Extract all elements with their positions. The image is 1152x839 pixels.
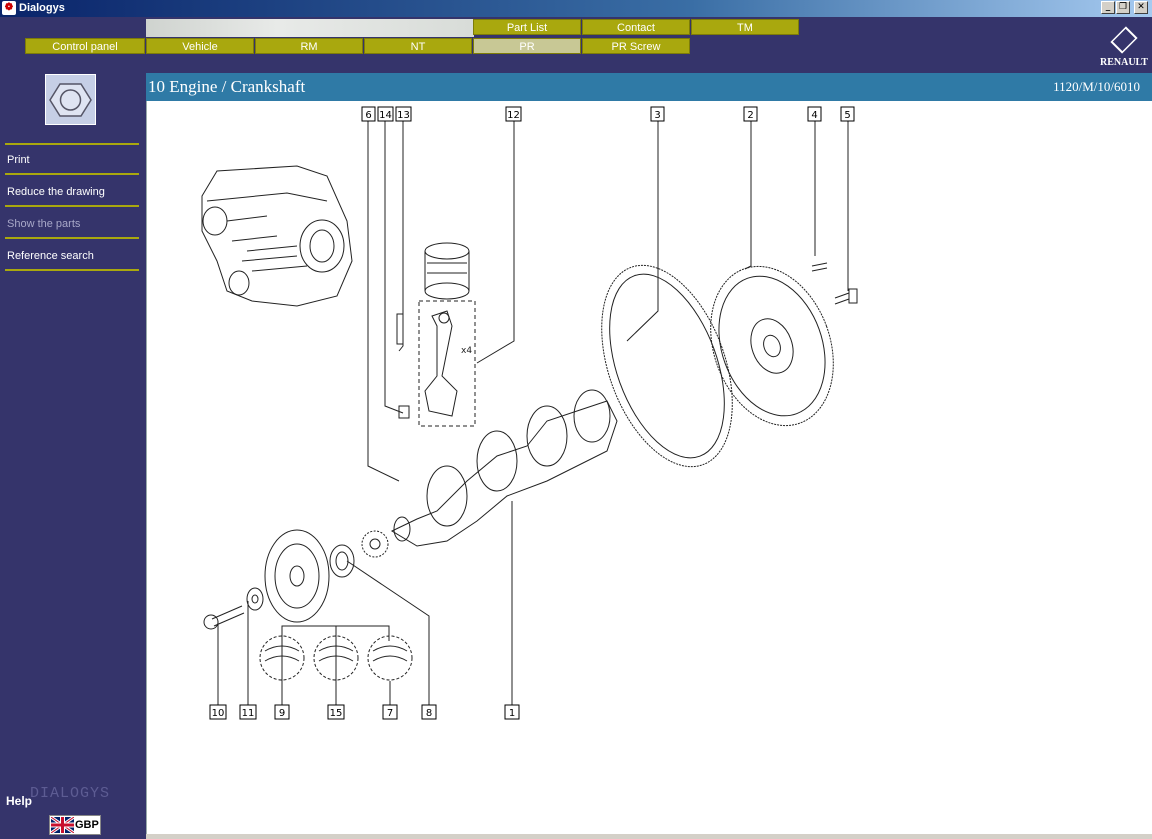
app-icon: ❁ bbox=[2, 1, 16, 15]
callout-10: 10 bbox=[209, 704, 227, 720]
svg-text:3: 3 bbox=[654, 110, 660, 121]
help-link[interactable]: Help bbox=[6, 794, 32, 808]
piston-sketch bbox=[424, 242, 470, 300]
svg-text:9: 9 bbox=[279, 708, 285, 719]
callout-14: 14 bbox=[377, 106, 394, 122]
dialogys-watermark: DIALOGYS bbox=[30, 785, 111, 802]
restore-button[interactable]: ❐ bbox=[1116, 1, 1130, 14]
sidebar-link-show-parts: Show the parts bbox=[5, 209, 139, 239]
hex-bolt-icon bbox=[45, 74, 96, 125]
svg-text:15: 15 bbox=[330, 708, 343, 719]
bottom-strip bbox=[146, 834, 1152, 839]
window-titlebar: ❁ Dialogys _ ❐ ✕ bbox=[0, 0, 1152, 17]
tab-tm[interactable]: TM bbox=[691, 19, 799, 35]
callout-7: 7 bbox=[382, 704, 398, 720]
sidebar-link-print[interactable]: Print bbox=[5, 145, 139, 175]
svg-text:13: 13 bbox=[397, 110, 410, 121]
drawing-area[interactable]: x4 6 14 13 12 3 2 4 5 10 11 9 15 7 8 1 bbox=[146, 101, 1152, 834]
callout-15: 15 bbox=[327, 704, 345, 720]
content-title-bar: 10 Engine / Crankshaft 1120/M/10/6010 bbox=[146, 73, 1152, 101]
piston-count: x4 bbox=[461, 346, 472, 356]
svg-text:7: 7 bbox=[387, 708, 393, 719]
engine-block-sketch bbox=[201, 165, 353, 307]
uk-flag-icon bbox=[51, 817, 74, 833]
svg-text:14: 14 bbox=[379, 110, 392, 121]
callout-8: 8 bbox=[421, 704, 437, 720]
tab-nt[interactable]: NT bbox=[364, 38, 472, 54]
sidebar-link-reference-search[interactable]: Reference search bbox=[5, 241, 139, 271]
svg-text:2: 2 bbox=[747, 110, 753, 121]
svg-text:8: 8 bbox=[426, 708, 432, 719]
tab-pr[interactable]: PR bbox=[473, 38, 581, 54]
svg-text:12: 12 bbox=[507, 110, 520, 121]
tab-pr-screw[interactable]: PR Screw bbox=[582, 38, 690, 54]
close-button[interactable]: ✕ bbox=[1134, 1, 1148, 14]
callout-1: 1 bbox=[504, 704, 520, 720]
callout-12: 12 bbox=[505, 106, 522, 122]
svg-text:4: 4 bbox=[811, 110, 817, 121]
callout-5: 5 bbox=[840, 106, 855, 122]
tab-part-list[interactable]: Part List bbox=[473, 19, 581, 35]
callout-3: 3 bbox=[650, 106, 665, 122]
drawing-reference: 1120/M/10/6010 bbox=[1053, 79, 1140, 94]
svg-text:1: 1 bbox=[509, 708, 515, 719]
callout-9: 9 bbox=[274, 704, 290, 720]
callout-13: 13 bbox=[395, 106, 412, 122]
renault-wordmark: RENAULT bbox=[1100, 57, 1148, 68]
svg-text:5: 5 bbox=[844, 110, 850, 121]
svg-text:11: 11 bbox=[242, 708, 255, 719]
tab-control-panel[interactable]: Control panel bbox=[25, 38, 145, 54]
svg-text:10: 10 bbox=[212, 708, 225, 719]
callout-4: 4 bbox=[807, 106, 822, 122]
header-graphic bbox=[146, 19, 474, 37]
tab-vehicle[interactable]: Vehicle bbox=[146, 38, 254, 54]
tab-contact[interactable]: Contact bbox=[582, 19, 690, 35]
sidebar: Print Reduce the drawing Show the parts … bbox=[0, 73, 146, 839]
renault-logo: RENAULT bbox=[1096, 25, 1152, 71]
svg-text:6: 6 bbox=[365, 110, 371, 121]
header: Part List Contact TM Control panel Vehic… bbox=[0, 17, 1152, 73]
minimize-button[interactable]: _ bbox=[1101, 1, 1115, 14]
callout-6: 6 bbox=[361, 106, 376, 122]
exploded-parts-drawing: x4 6 14 13 12 3 2 4 5 10 11 9 15 7 8 1 bbox=[201, 106, 858, 720]
renault-diamond-icon bbox=[1110, 26, 1138, 54]
callout-11: 11 bbox=[239, 704, 257, 720]
page-title: 10 Engine / Crankshaft bbox=[148, 77, 306, 96]
language-button[interactable]: GBP bbox=[49, 815, 101, 835]
window-title: Dialogys bbox=[19, 2, 65, 14]
sidebar-link-reduce-drawing[interactable]: Reduce the drawing bbox=[5, 177, 139, 207]
crankshaft-sketch bbox=[390, 389, 618, 547]
tab-rm[interactable]: RM bbox=[255, 38, 363, 54]
callout-2: 2 bbox=[743, 106, 758, 122]
